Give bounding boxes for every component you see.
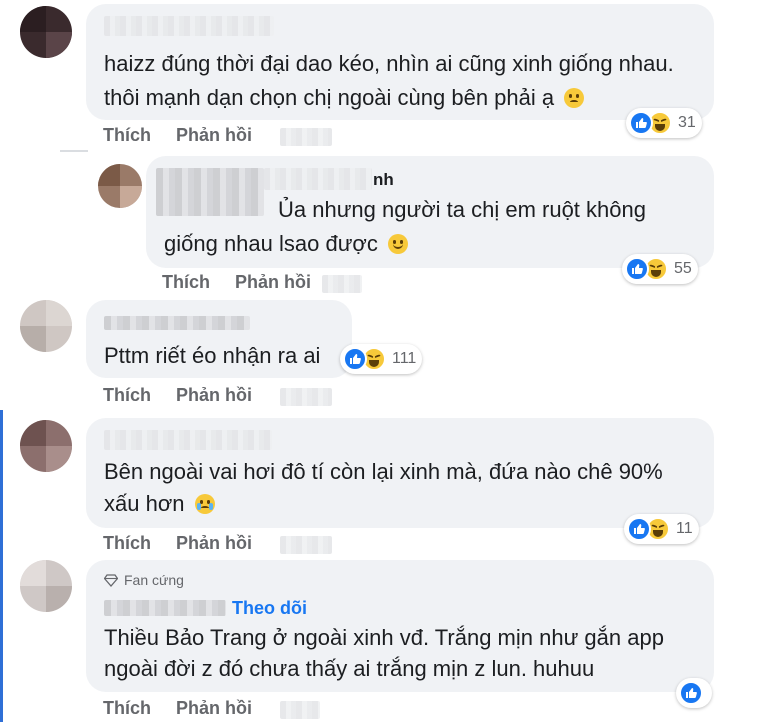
- like-reaction-icon: [679, 681, 703, 705]
- reaction-count: 11: [676, 520, 693, 537]
- avatar[interactable]: [20, 560, 72, 612]
- badge-label: Fan cứng: [124, 572, 184, 588]
- comment-text-line: thôi mạnh dạn chọn chị ngoài cùng bên ph…: [104, 82, 585, 113]
- crying-face-emoji: [194, 494, 215, 514]
- reply-button[interactable]: Phản hồi: [176, 533, 252, 554]
- comment-bubble: Fan cứng Theo dõi Thiều Bảo Trang ở ngoà…: [86, 560, 714, 692]
- reply-button[interactable]: Phản hồi: [235, 272, 311, 293]
- reaction-summary[interactable]: [676, 678, 712, 708]
- redacted-timestamp: [280, 536, 332, 554]
- like-reaction-icon: [625, 257, 649, 281]
- comment-bubble: haizz đúng thời đại dao kéo, nhìn ai cũn…: [86, 4, 714, 120]
- like-reaction-icon: [627, 517, 651, 541]
- sad-face-emoji: [564, 88, 585, 108]
- like-button[interactable]: Thích: [162, 272, 210, 293]
- reaction-count: 111: [392, 350, 417, 367]
- reaction-summary[interactable]: 31: [626, 108, 702, 138]
- avatar[interactable]: [98, 164, 142, 208]
- comment-text-line: Bên ngoài vai hơi đô tí còn lại xinh mà,…: [104, 459, 663, 484]
- comment-text-line: haizz đúng thời đại dao kéo, nhìn ai cũn…: [104, 51, 674, 76]
- like-button[interactable]: Thích: [103, 533, 151, 554]
- redacted-timestamp: [322, 275, 362, 293]
- comment-text-line: xấu hơn: [104, 488, 215, 519]
- reaction-count: 55: [674, 260, 692, 277]
- redacted-name: [104, 430, 272, 450]
- reaction-summary[interactable]: 11: [624, 514, 699, 544]
- comment-bubble: nh Ủa nhưng người ta chị em ruột không g…: [146, 156, 714, 268]
- reply-thread-line: [60, 150, 88, 180]
- redacted-name: [104, 600, 226, 616]
- like-button[interactable]: Thích: [103, 698, 151, 719]
- reply-button[interactable]: Phản hồi: [176, 385, 252, 406]
- redacted-name: [156, 168, 264, 216]
- avatar[interactable]: [20, 300, 72, 352]
- smile-face-emoji: [387, 234, 408, 254]
- like-reaction-icon: [629, 111, 653, 135]
- follow-button[interactable]: Theo dõi: [232, 598, 307, 619]
- redacted-name: [104, 316, 250, 330]
- redacted-timestamp: [280, 128, 332, 146]
- redacted-name: [104, 16, 274, 36]
- comment-text-line: giống nhau lsao được: [164, 228, 408, 259]
- comment-text-line: Thiều Bảo Trang ở ngoài xinh vđ. Trắng m…: [104, 625, 664, 650]
- diamond-icon: [104, 574, 118, 587]
- comment-text-line: ngoài đời z đó chưa thấy ai trắng mịn z …: [104, 656, 595, 681]
- comment-text-line: Ủa nhưng người ta chị em ruột không: [278, 197, 646, 222]
- comment-bubble: Pttm riết éo nhận ra ai: [86, 300, 352, 378]
- like-button[interactable]: Thích: [103, 125, 151, 146]
- avatar[interactable]: [20, 6, 72, 58]
- reply-button[interactable]: Phản hồi: [176, 698, 252, 719]
- avatar[interactable]: [20, 420, 72, 472]
- reaction-summary[interactable]: 111: [340, 344, 423, 374]
- like-reaction-icon: [343, 347, 367, 371]
- reaction-summary[interactable]: 55: [622, 254, 698, 284]
- reply-button[interactable]: Phản hồi: [176, 125, 252, 146]
- top-fan-badge: Fan cứng: [104, 572, 184, 588]
- redacted-name: [264, 168, 372, 190]
- comment-bubble: Bên ngoài vai hơi đô tí còn lại xinh mà,…: [86, 418, 714, 528]
- reaction-count: 31: [678, 114, 696, 131]
- like-button[interactable]: Thích: [103, 385, 151, 406]
- commenter-name-suffix: nh: [373, 170, 394, 189]
- redacted-timestamp: [280, 388, 332, 406]
- selection-edge: [0, 410, 3, 722]
- redacted-timestamp: [280, 701, 320, 719]
- comment-text-line: Pttm riết éo nhận ra ai: [104, 343, 321, 368]
